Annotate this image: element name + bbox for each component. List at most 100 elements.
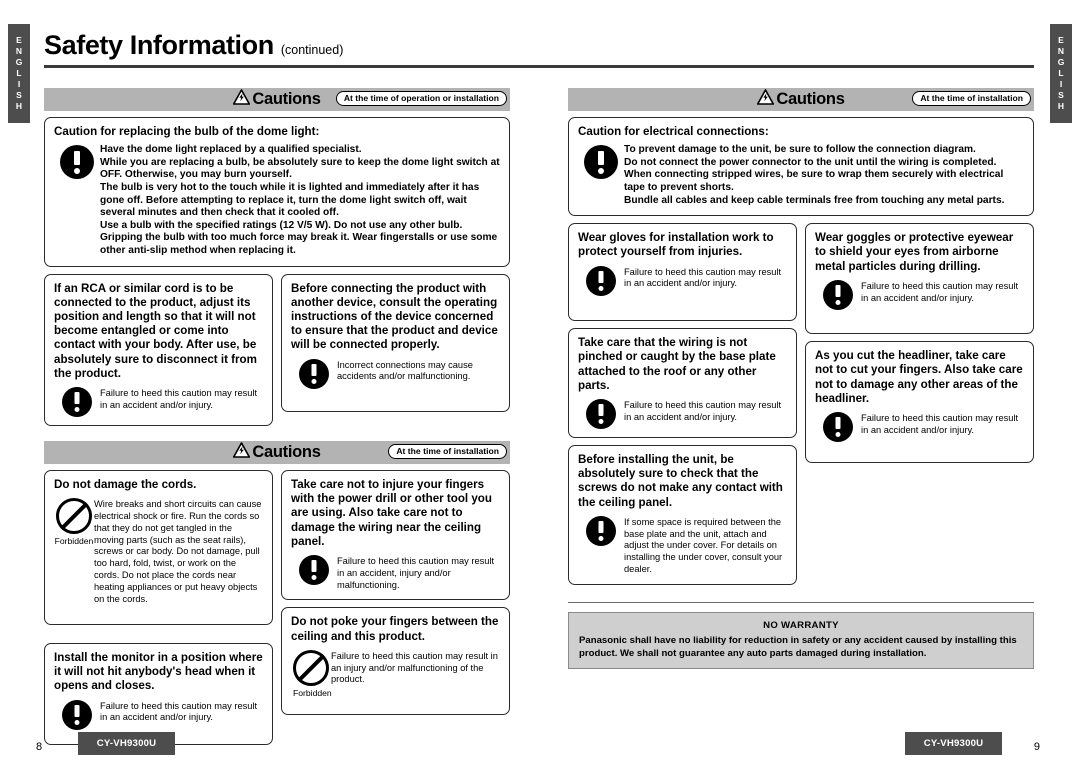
exclamation-circle-icon	[586, 515, 616, 546]
icon-label: Forbidden	[54, 536, 94, 547]
language-tab-left: E N G L I S H	[8, 24, 30, 123]
title-divider	[44, 65, 1034, 68]
box-note: Wire breaks and short circuits can cause…	[94, 499, 262, 604]
right-column: Cautions At the time of installation Cau…	[568, 88, 1034, 669]
language-tab-letter: E	[1058, 35, 1064, 45]
page-title: Safety Information	[44, 30, 274, 60]
box-note: Incorrect connections may cause accident…	[337, 359, 473, 382]
icon-column	[815, 278, 861, 310]
icon-column	[815, 410, 861, 442]
page-title-continued: (continued)	[280, 43, 344, 57]
cautions-header-operation-install: Cautions At the time of operation or ins…	[44, 88, 510, 111]
exclamation-circle-icon	[586, 398, 616, 429]
bullet-item: To prevent damage to the unit, be sure t…	[624, 144, 976, 156]
box-title: Do not poke your fingers between the cei…	[291, 615, 499, 643]
caution-box-dome-light: Caution for replacing the bulb of the do…	[44, 117, 510, 267]
bullet-list: Have the dome light replaced by a qualif…	[100, 143, 500, 257]
icon-column	[291, 553, 337, 585]
box-title: Wear goggles or protective eyewear to sh…	[815, 231, 1014, 273]
language-tab-letter: I	[17, 79, 21, 89]
exclamation-circle-icon	[823, 411, 853, 442]
no-warranty-divider	[568, 601, 1034, 603]
bullet-item: Do not connect the power connector to th…	[624, 156, 997, 168]
time-pill: At the time of installation	[388, 443, 507, 460]
box-note: Failure to heed this caution may result …	[624, 266, 782, 289]
caution-row-connections: If an RCA or similar cord is to be conne…	[44, 273, 510, 433]
icon-label: Forbidden	[293, 688, 332, 699]
language-tab-letter: N	[1057, 46, 1065, 56]
bullet-item: Bundle all cables and keep cable termina…	[624, 194, 1005, 206]
caution-box-screws-ceiling-panel: Before installing the unit, be absolutel…	[568, 444, 797, 585]
bullet-item: Use a bulb with the specified ratings (1…	[100, 219, 463, 231]
box-note: Failure to heed this caution may result …	[624, 399, 782, 422]
cautions-header-installation-right: Cautions At the time of installation	[568, 88, 1034, 111]
icon-column	[54, 143, 100, 180]
exclamation-circle-icon	[62, 699, 92, 730]
warning-triangle-icon	[757, 89, 775, 110]
caution-box-wiring-pinched: Take care that the wiring is not pinched…	[568, 328, 797, 438]
page-number-right: 9	[1033, 741, 1040, 753]
language-tab-letter: G	[1057, 57, 1065, 67]
no-warranty-title: NO WARRANTY	[763, 619, 839, 631]
box-note: Failure to heed this caution may result …	[100, 700, 258, 723]
icon-column	[578, 397, 624, 429]
caution-box-do-not-poke-fingers: Do not poke your fingers between the cei…	[281, 607, 510, 716]
icon-column: Forbidden	[54, 496, 94, 546]
caution-box-do-not-damage-cords: Do not damage the cords. Forbidden Wire …	[44, 469, 273, 625]
icon-column	[54, 385, 100, 417]
cautions-label: Cautions	[252, 90, 321, 108]
box-note: Failure to heed this caution may result …	[331, 650, 498, 685]
bullet-list: To prevent damage to the unit, be sure t…	[624, 143, 1024, 207]
exclamation-circle-icon	[584, 145, 618, 180]
page-number-left: 8	[36, 741, 43, 753]
box-title: Wear gloves for installation work to pro…	[578, 231, 774, 259]
bullet-item: Gripping the bulb with too much force ma…	[100, 232, 498, 256]
box-title: Take care not to injure your fingers wit…	[291, 477, 492, 548]
caution-box-power-drill-fingers: Take care not to injure your fingers wit…	[281, 469, 510, 601]
caution-box-rca-cord: If an RCA or similar cord is to be conne…	[44, 273, 273, 426]
icon-column	[54, 698, 100, 730]
caution-box-wear-goggles: Wear goggles or protective eyewear to sh…	[805, 223, 1034, 335]
box-title: Caution for replacing the bulb of the do…	[54, 125, 320, 138]
box-note: Failure to heed this caution may result …	[337, 555, 495, 590]
bullet-item: When connecting stripped wires, be sure …	[624, 169, 1004, 193]
box-title: Caution for electrical connections:	[578, 125, 769, 138]
caution-row-installation: Do not damage the cords. Forbidden Wire …	[44, 469, 510, 752]
language-tab-letter: L	[16, 68, 22, 78]
caution-box-electrical-connections: Caution for electrical connections: To p…	[568, 117, 1034, 217]
left-column: Cautions At the time of operation or ins…	[44, 88, 510, 752]
caution-box-wear-gloves: Wear gloves for installation work to pro…	[568, 223, 797, 322]
language-tab-letter: H	[1057, 101, 1065, 111]
language-tab-right: E N G L I S H	[1050, 24, 1072, 123]
no-warranty-box: NO WARRANTY Panasonic shall have no liab…	[568, 611, 1034, 669]
cautions-label: Cautions	[252, 442, 321, 461]
exclamation-circle-icon	[299, 554, 329, 585]
caution-box-before-connecting: Before connecting the product with anoth…	[281, 273, 510, 412]
language-tab-letter: S	[16, 90, 22, 100]
cautions-label: Cautions	[776, 90, 845, 108]
icon-column	[578, 143, 624, 180]
box-note: Failure to heed this caution may result …	[100, 387, 258, 410]
exclamation-circle-icon	[60, 145, 94, 180]
box-note: Failure to heed this caution may result …	[861, 280, 1019, 303]
language-tab-letter: N	[15, 46, 23, 56]
box-title: As you cut the headliner, take care not …	[815, 349, 1023, 405]
manual-page: E N G L I S H E N G L I S H Safety Infor…	[0, 0, 1080, 763]
model-badge-right: CY-VH9300U	[905, 732, 1002, 755]
language-tab-letter: H	[15, 101, 23, 111]
warning-triangle-icon	[233, 89, 251, 110]
icon-column	[578, 264, 624, 296]
language-tab-letter: E	[16, 35, 22, 45]
box-title: Take care that the wiring is not pinched…	[578, 336, 776, 392]
icon-column	[291, 357, 337, 389]
caution-box-install-monitor-position: Install the monitor in a position where …	[44, 642, 273, 745]
bullet-item: Have the dome light replaced by a qualif…	[100, 144, 362, 156]
box-title: If an RCA or similar cord is to be conne…	[54, 281, 257, 380]
language-tab-letter: S	[1058, 90, 1064, 100]
forbidden-icon	[56, 498, 92, 535]
exclamation-circle-icon	[823, 279, 853, 310]
icon-column	[578, 514, 624, 546]
forbidden-icon	[293, 649, 329, 686]
box-title: Do not damage the cords.	[54, 477, 197, 491]
caution-box-cut-headliner: As you cut the headliner, take care not …	[805, 341, 1034, 464]
